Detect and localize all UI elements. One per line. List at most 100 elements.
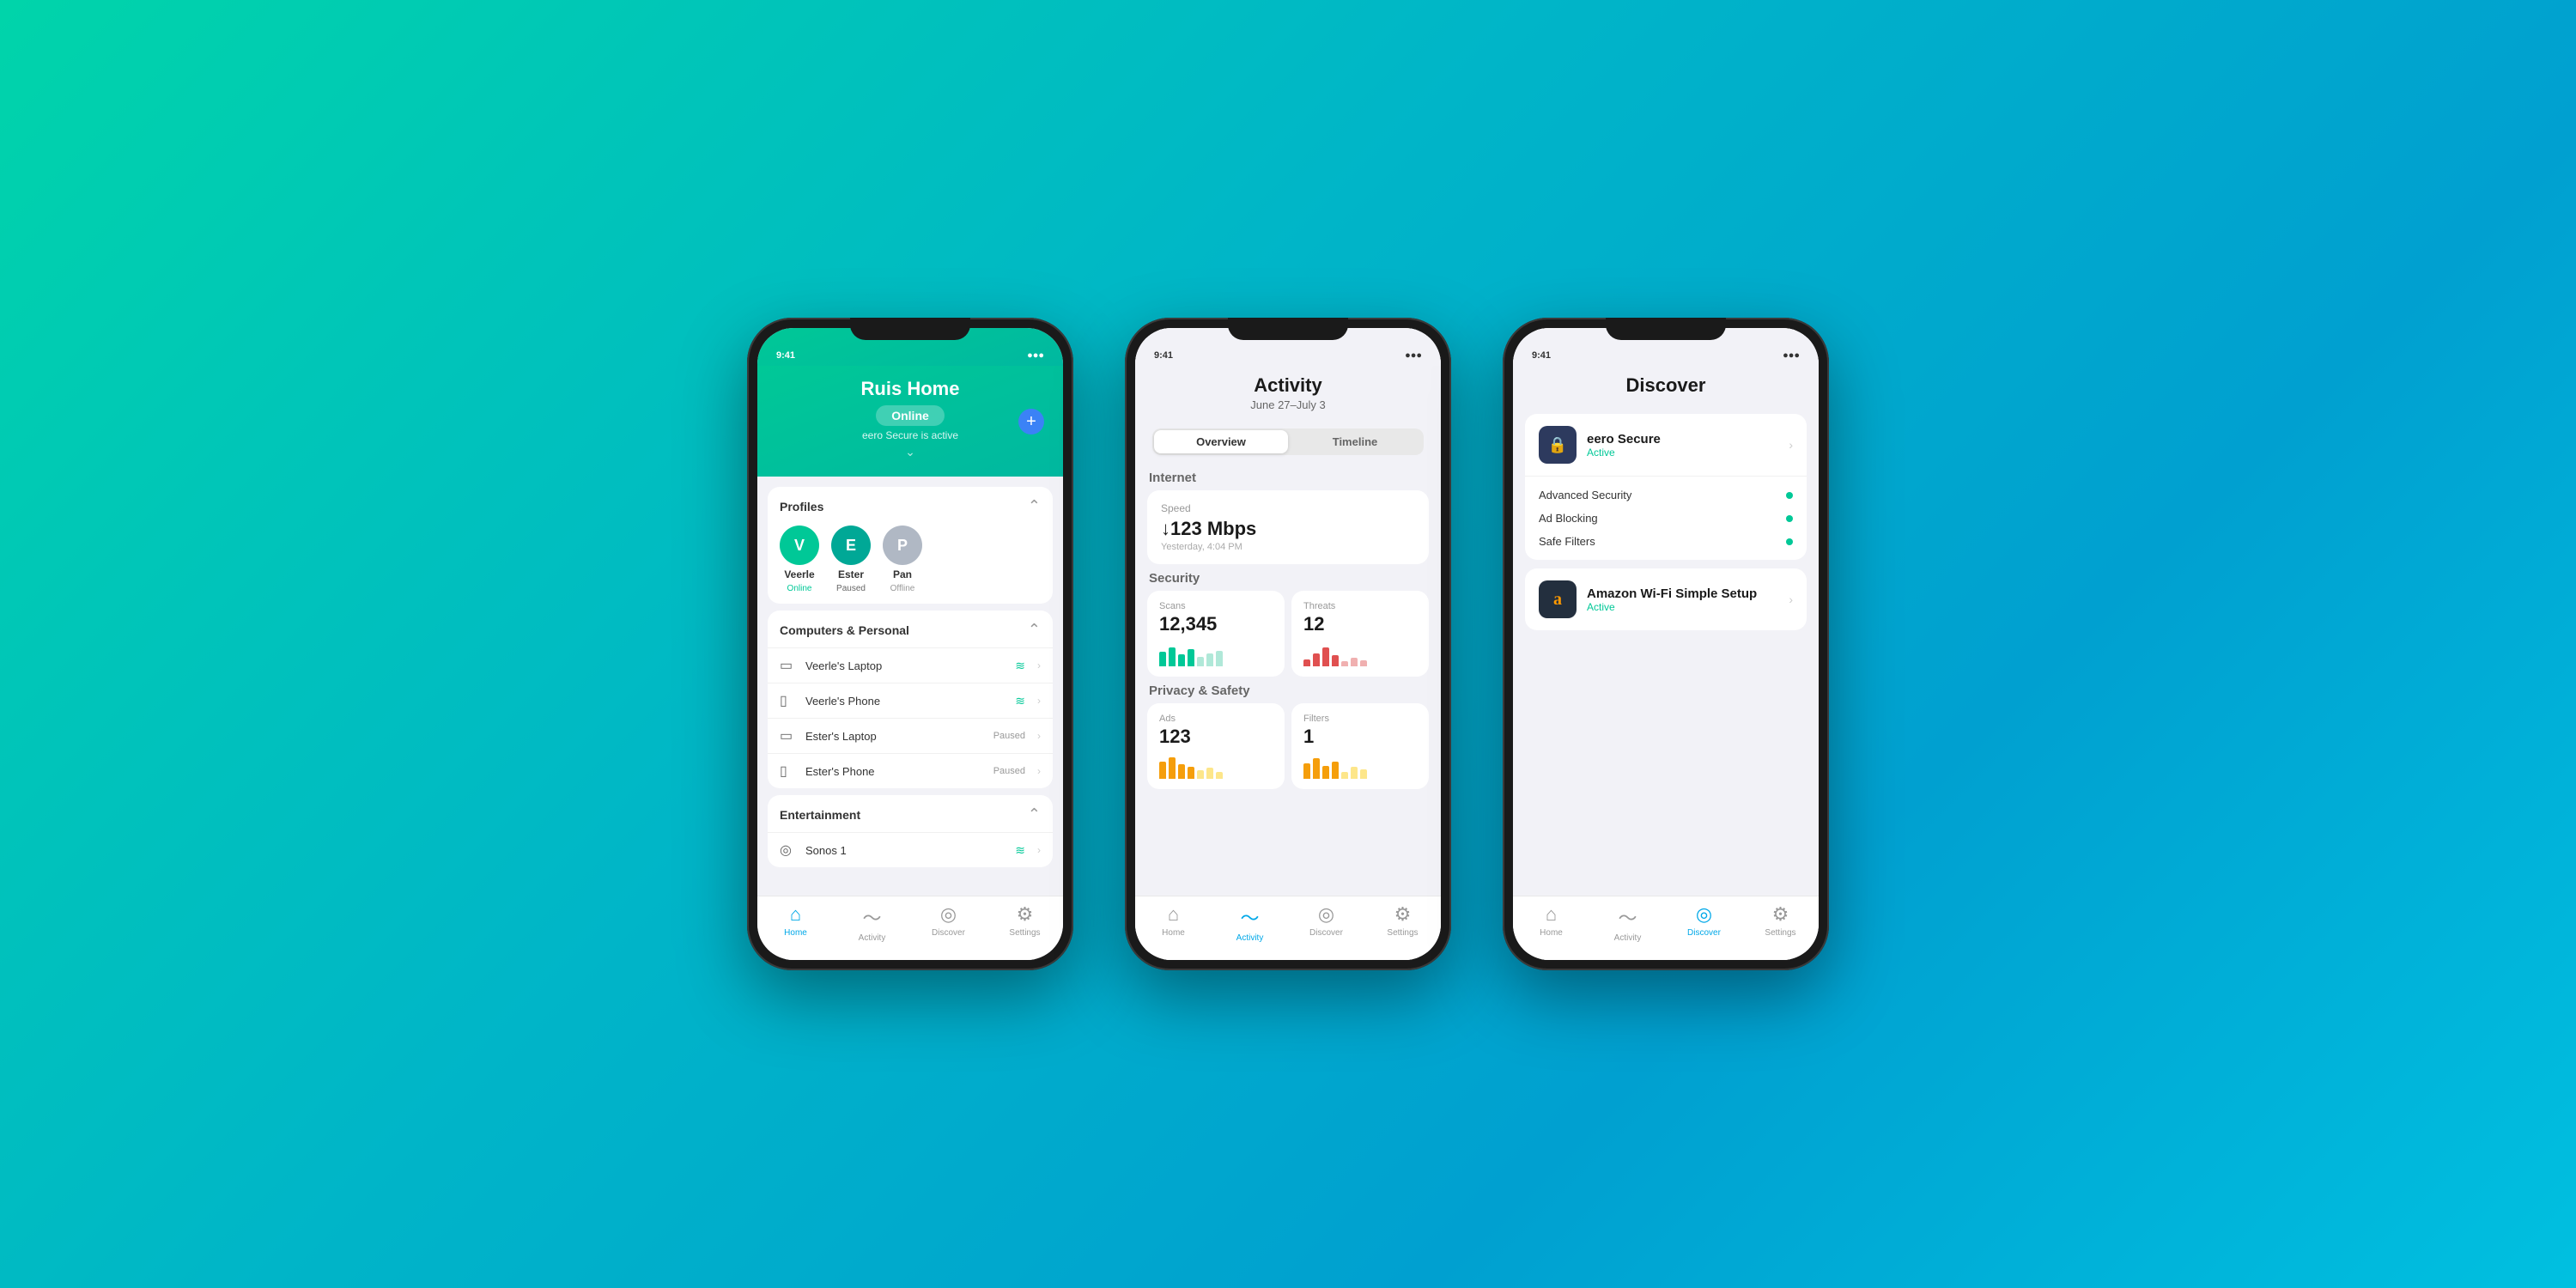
chevron-right-icon-5: › — [1037, 844, 1041, 856]
phone-home: 9:41 ●●● + Ruis Home Online eero Secure … — [747, 318, 1073, 970]
nav-settings-label-3: Settings — [1765, 928, 1795, 938]
nav-home-label-1: Home — [784, 928, 807, 938]
amazon-card: a Amazon Wi-Fi Simple Setup Active › — [1525, 568, 1807, 630]
profile-avatar-pan: P — [883, 526, 922, 565]
device-veerles-phone[interactable]: ▯ Veerle's Phone ≋ › — [768, 683, 1053, 718]
eero-secure-card: 🔒 eero Secure Active › Advanced Security — [1525, 414, 1807, 560]
profile-ester[interactable]: E Ester Paused — [831, 526, 871, 593]
device-esters-laptop[interactable]: ▭ Ester's Laptop Paused › — [768, 718, 1053, 753]
eero-secure-text: eero Secure Active — [1587, 432, 1778, 459]
profile-name-pan: Pan — [893, 568, 912, 580]
status-icons-1: ●●● — [1027, 350, 1044, 361]
discover-scroll: 🔒 eero Secure Active › Advanced Security — [1513, 405, 1819, 896]
threats-bar-5 — [1341, 661, 1348, 666]
entertainment-header: Entertainment ⌃ — [768, 795, 1053, 832]
nav-settings-label-1: Settings — [1009, 928, 1040, 938]
threats-bar-4 — [1332, 655, 1339, 666]
profile-pan[interactable]: P Pan Offline — [883, 526, 922, 593]
security-label: Security — [1149, 571, 1429, 586]
profile-name-veerle: Veerle — [784, 568, 814, 580]
nav-home-2[interactable]: ⌂ Home — [1135, 903, 1212, 943]
threats-bar-6 — [1351, 658, 1358, 666]
device-sonos[interactable]: ◎ Sonos 1 ≋ › — [768, 832, 1053, 867]
speed-value: ↓123 Mbps — [1161, 518, 1415, 540]
activity-scroll: Internet Speed ↓123 Mbps Yesterday, 4:04… — [1135, 464, 1441, 896]
amazon-item[interactable]: a Amazon Wi-Fi Simple Setup Active › — [1525, 568, 1807, 630]
nav-activity-label-3: Activity — [1614, 933, 1642, 943]
scans-chart — [1159, 642, 1273, 666]
safe-filters-dot — [1786, 538, 1793, 545]
profile-status-veerle: Online — [787, 584, 812, 593]
ad-blocking-item: Ad Blocking — [1525, 507, 1807, 530]
scans-bar-1 — [1159, 652, 1166, 666]
settings-icon-1: ⚙ — [1017, 903, 1034, 926]
profiles-section: Profiles ⌃ V Veerle Online E Ester Pause… — [768, 487, 1053, 604]
filters-bar-6 — [1351, 767, 1358, 779]
settings-icon-2: ⚙ — [1394, 903, 1412, 926]
phone-icon-1: ▯ — [780, 692, 797, 709]
eero-secure-name: eero Secure — [1587, 432, 1778, 447]
phone-icon-2: ▯ — [780, 762, 797, 780]
chevron-down-icon[interactable]: ⌄ — [775, 445, 1046, 459]
eero-secure-status: Active — [1587, 447, 1778, 459]
threats-chart — [1303, 642, 1417, 666]
filters-bar-3 — [1322, 766, 1329, 779]
nav-activity-1[interactable]: 〜 Activity — [834, 903, 910, 943]
advanced-security-label: Advanced Security — [1539, 489, 1779, 501]
discover-title: Discover — [1530, 374, 1801, 397]
nav-home-3[interactable]: ⌂ Home — [1513, 903, 1589, 943]
discover-icon-1: ◎ — [940, 903, 957, 926]
nav-discover-1[interactable]: ◎ Discover — [910, 903, 987, 943]
profiles-header: Profiles ⌃ — [780, 497, 1041, 515]
internet-label: Internet — [1149, 471, 1429, 485]
ads-bar-3 — [1178, 764, 1185, 779]
entertainment-section: Entertainment ⌃ ◎ Sonos 1 ≋ › — [768, 795, 1053, 867]
eero-secure-item[interactable]: 🔒 eero Secure Active › — [1525, 414, 1807, 476]
ads-bar-7 — [1216, 772, 1223, 779]
ads-card[interactable]: Ads 123 — [1147, 703, 1285, 789]
ads-value: 123 — [1159, 726, 1273, 748]
amazon-name: Amazon Wi-Fi Simple Setup — [1587, 586, 1778, 601]
nav-home-label-3: Home — [1540, 928, 1563, 938]
tab-overview[interactable]: Overview — [1154, 430, 1288, 453]
eero-secure-icon: 🔒 — [1539, 426, 1577, 464]
threats-label: Threats — [1303, 601, 1417, 611]
profiles-collapse-icon[interactable]: ⌃ — [1028, 497, 1041, 515]
tab-timeline[interactable]: Timeline — [1288, 430, 1422, 453]
home-icon-2: ⌂ — [1168, 903, 1179, 926]
filters-chart — [1303, 755, 1417, 779]
nav-activity-label-2: Activity — [1236, 933, 1264, 943]
scans-card[interactable]: Scans 12,345 — [1147, 591, 1285, 677]
add-button[interactable]: + — [1018, 409, 1044, 434]
nav-discover-3[interactable]: ◎ Discover — [1666, 903, 1742, 943]
nav-settings-1[interactable]: ⚙ Settings — [987, 903, 1063, 943]
nav-activity-2[interactable]: 〜 Activity — [1212, 903, 1288, 943]
activity-title: Activity — [1152, 374, 1424, 397]
device-status-esters-phone: Paused — [993, 766, 1025, 776]
chevron-right-icon-2: › — [1037, 695, 1041, 707]
device-name-esters-phone: Ester's Phone — [805, 765, 985, 778]
profile-veerle[interactable]: V Veerle Online — [780, 526, 819, 593]
threats-card[interactable]: Threats 12 — [1291, 591, 1429, 677]
device-veerles-laptop[interactable]: ▭ Veerle's Laptop ≋ › — [768, 647, 1053, 683]
speed-card[interactable]: Speed ↓123 Mbps Yesterday, 4:04 PM — [1147, 490, 1429, 564]
nav-settings-2[interactable]: ⚙ Settings — [1364, 903, 1441, 943]
profile-status-pan: Offline — [890, 584, 915, 593]
filters-bar-7 — [1360, 769, 1367, 779]
nav-discover-2[interactable]: ◎ Discover — [1288, 903, 1364, 943]
wifi-icon-3: ≋ — [1015, 843, 1025, 858]
bottom-nav-2: ⌂ Home 〜 Activity ◎ Discover ⚙ Settings — [1135, 896, 1441, 960]
advanced-security-item: Advanced Security — [1525, 483, 1807, 507]
threats-bar-7 — [1360, 660, 1367, 666]
speaker-icon: ◎ — [780, 841, 797, 859]
filters-bar-2 — [1313, 758, 1320, 779]
online-badge: Online — [876, 405, 945, 426]
filters-card[interactable]: Filters 1 — [1291, 703, 1429, 789]
device-esters-phone[interactable]: ▯ Ester's Phone Paused › — [768, 753, 1053, 788]
nav-home-1[interactable]: ⌂ Home — [757, 903, 834, 943]
eero-secure-sub-items: Advanced Security Ad Blocking Safe Filte… — [1525, 476, 1807, 560]
computers-collapse-icon[interactable]: ⌃ — [1028, 621, 1041, 639]
nav-settings-3[interactable]: ⚙ Settings — [1742, 903, 1819, 943]
nav-activity-3[interactable]: 〜 Activity — [1589, 903, 1666, 943]
entertainment-collapse-icon[interactable]: ⌃ — [1028, 805, 1041, 823]
